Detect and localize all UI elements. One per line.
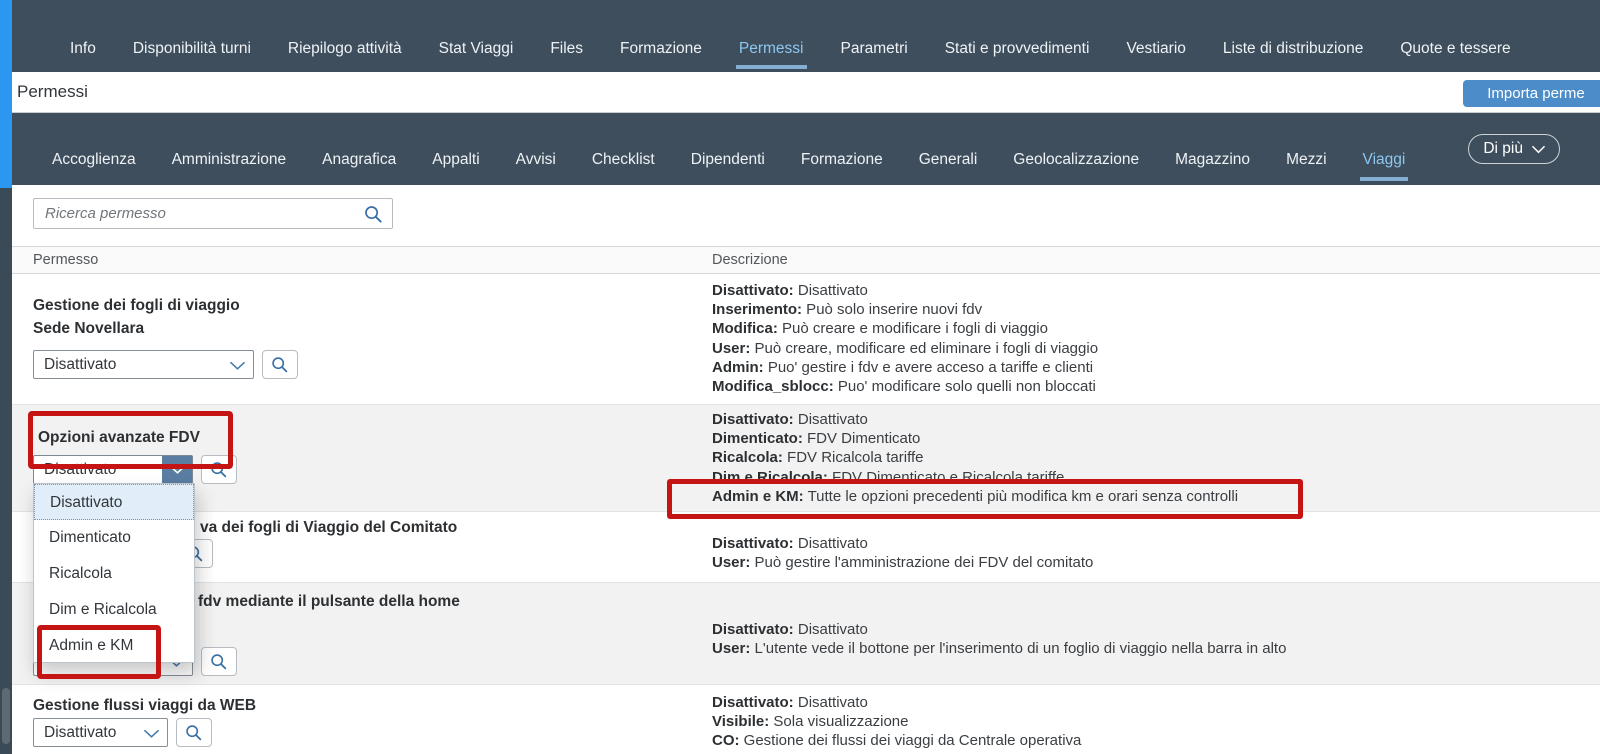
category-tab-bar: Accoglienza Amministrazione Anagrafica A… [12,113,1600,185]
top-navigation-bar: Info Disponibilità turni Riepilogo attiv… [12,0,1600,72]
tab-viaggi[interactable]: Viaggi [1363,151,1406,169]
top-tab-liste-di-distribuzione[interactable]: Liste di distribuzione [1223,40,1363,58]
tab-anagrafica[interactable]: Anagrafica [322,151,396,169]
permit-title: Gestione flussi viaggi da WEB [33,694,256,717]
value-help-button[interactable] [262,350,298,379]
permit-value-dropdown-open[interactable]: Disattivato [33,455,193,484]
more-button[interactable]: Di più [1468,134,1560,164]
tab-appalti[interactable]: Appalti [432,151,479,169]
search-icon [185,724,203,742]
top-tab-parametri[interactable]: Parametri [841,40,908,58]
search-field-wrap [33,198,393,229]
table-row: Gestione flussi viaggi da WEB Disattivat… [12,684,1600,754]
table-row: va dei fogli di Viaggio del Comitato Dis… [12,511,1600,582]
tab-mezzi[interactable]: Mezzi [1286,151,1326,169]
top-tab-vestiario[interactable]: Vestiario [1126,40,1185,58]
top-tab-riepilogo-attivita[interactable]: Riepilogo attività [288,40,402,58]
column-header-permesso: Permesso [33,247,98,273]
permit-value-dropdown[interactable]: Disattivato [33,350,254,379]
search-icon[interactable] [364,205,383,229]
table-row: Opzioni avanzate FDV Disattivato Disatti… [12,404,1600,511]
chevron-down-icon [144,726,159,744]
left-rail-accent [0,0,12,188]
table-row: Gestione dei fogli di viaggio Sede Novel… [12,274,1600,404]
tab-checklist[interactable]: Checklist [592,151,655,169]
search-icon [210,461,228,479]
table-row: fdv mediante il pulsante della home Disa… [12,582,1600,684]
top-tab-permessi[interactable]: Permessi [739,40,804,58]
tab-accoglienza[interactable]: Accoglienza [52,151,136,169]
permit-description: Disattivato: Disattivato User: Può gesti… [712,534,1093,572]
permit-description: Disattivato: Disattivato User: L'utente … [712,620,1286,658]
app-window: Info Disponibilità turni Riepilogo attiv… [0,0,1600,754]
dropdown-options-popup: Disattivato Dimenticato Ricalcola Dim e … [33,483,195,663]
dropdown-option-disattivato[interactable]: Disattivato [34,484,194,520]
permits-content-area: Permesso Descrizione Gestione dei fogli … [12,185,1600,754]
tab-avvisi[interactable]: Avvisi [516,151,556,169]
top-tab-stat-viaggi[interactable]: Stat Viaggi [439,40,514,58]
top-tab-files[interactable]: Files [550,40,583,58]
page-title: Permessi [17,72,88,112]
top-tab-formazione[interactable]: Formazione [620,40,702,58]
tab-amministrazione[interactable]: Amministrazione [172,151,287,169]
permit-description: Disattivato: Disattivato Dimenticato: FD… [712,410,1238,506]
chevron-down-icon [230,358,245,376]
dropdown-option-admin-e-km[interactable]: Admin e KM [34,628,194,664]
permit-value-dropdown[interactable]: Disattivato [33,718,168,747]
table-header: Permesso Descrizione [12,246,1600,274]
column-header-descrizione: Descrizione [712,247,788,273]
search-icon [271,356,289,374]
top-tab-disponibilita-turni[interactable]: Disponibilità turni [133,40,251,58]
left-rail [0,0,12,754]
import-permits-button[interactable]: Importa perme [1463,80,1600,107]
tab-formazione[interactable]: Formazione [801,151,883,169]
tab-geolocalizzazione[interactable]: Geolocalizzazione [1013,151,1139,169]
chevron-down-icon[interactable] [162,456,192,483]
search-input[interactable] [34,199,392,228]
top-tab-stati-e-provvedimenti[interactable]: Stati e provvedimenti [945,40,1090,58]
value-help-button[interactable] [201,647,237,676]
tab-magazzino[interactable]: Magazzino [1175,151,1250,169]
permit-title-partial: va dei fogli di Viaggio del Comitato [200,516,457,539]
top-tab-quote-e-tessere[interactable]: Quote e tessere [1400,40,1510,58]
permit-title: Opzioni avanzate FDV [38,426,200,449]
chevron-down-icon [1532,145,1545,154]
permit-title: Gestione dei fogli di viaggio Sede Novel… [33,294,240,340]
permit-description: Disattivato: Disattivato Visibile: Sola … [712,693,1081,754]
search-icon [210,653,228,671]
permit-title-partial: fdv mediante il pulsante della home [198,590,460,613]
page-title-bar: Permessi Importa perme [12,72,1600,113]
dropdown-option-ricalcola[interactable]: Ricalcola [34,556,194,592]
value-help-button[interactable] [201,455,237,484]
dropdown-option-dimenticato[interactable]: Dimenticato [34,520,194,556]
dropdown-option-dim-e-ricalcola[interactable]: Dim e Ricalcola [34,592,194,628]
top-tab-info[interactable]: Info [70,40,96,58]
tab-generali[interactable]: Generali [919,151,978,169]
permit-description: Disattivato: Disattivato Inserimento: Pu… [712,281,1098,396]
value-help-button[interactable] [176,718,212,747]
tab-dipendenti[interactable]: Dipendenti [691,151,765,169]
more-button-label: Di più [1483,140,1523,158]
scrollbar-thumb[interactable] [2,688,10,744]
